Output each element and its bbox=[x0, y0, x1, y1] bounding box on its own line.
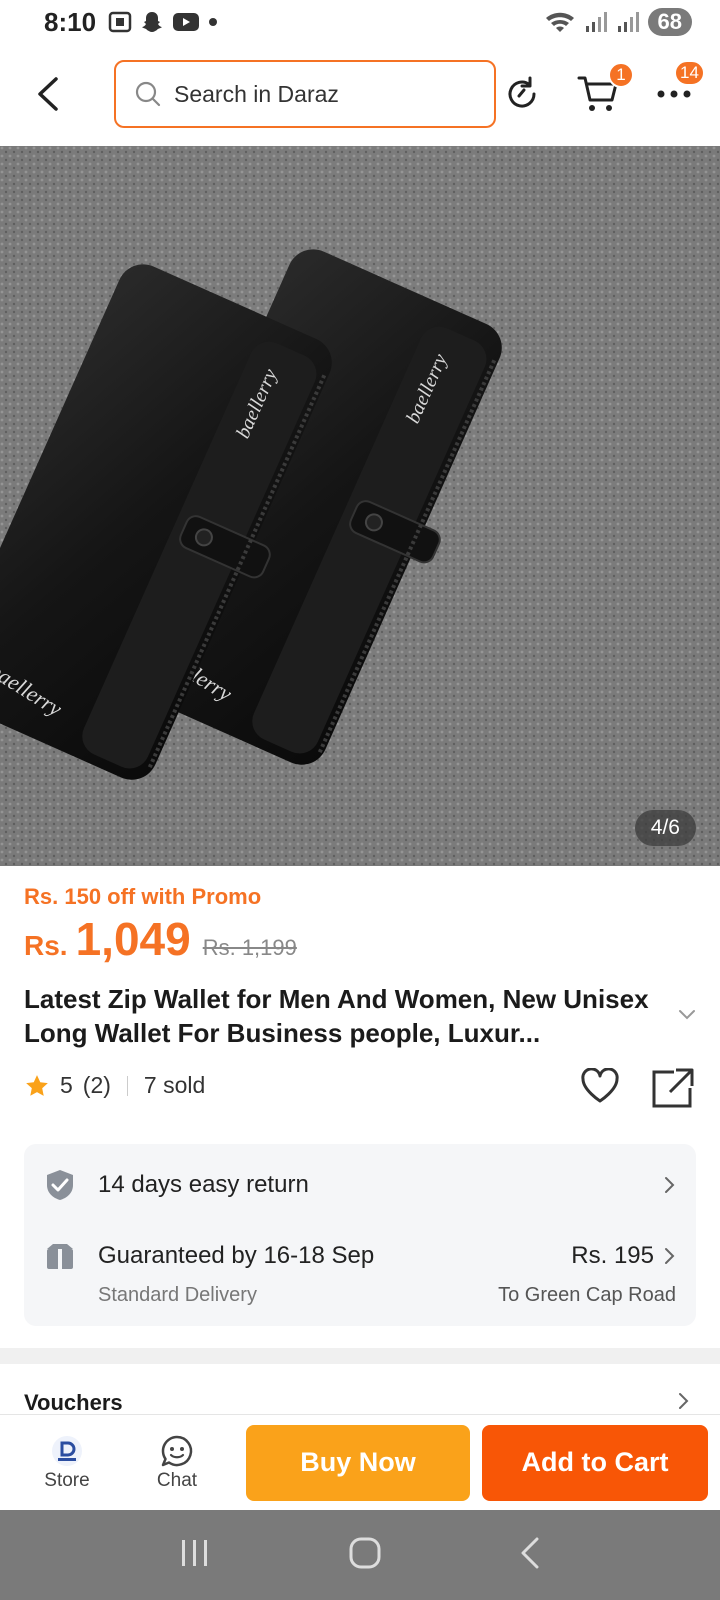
delivery-location[interactable]: To Green Cap Road bbox=[498, 1284, 676, 1307]
home-button[interactable] bbox=[348, 1536, 382, 1575]
status-bar: 8:10 68 bbox=[0, 0, 720, 44]
cart-badge: 1 bbox=[608, 62, 634, 88]
screenshot-icon bbox=[108, 11, 132, 33]
signal-icon bbox=[585, 12, 607, 32]
shield-check-icon bbox=[47, 1170, 73, 1200]
status-time: 8:10 bbox=[44, 6, 97, 37]
recent-apps-icon bbox=[181, 1539, 207, 1566]
wifi-icon bbox=[545, 12, 574, 32]
bottom-action-bar: Store Chat Buy Now Add to Cart bbox=[0, 1414, 720, 1510]
delivery-date-text: Guaranteed by 16-18 Sep bbox=[98, 1242, 375, 1269]
service-info-box: 14 days easy return Guaranteed by 16-18 … bbox=[24, 1144, 696, 1326]
top-nav: Search in Daraz 1 14 bbox=[0, 44, 720, 144]
signal-icon-2 bbox=[617, 12, 639, 32]
section-divider bbox=[0, 1348, 720, 1364]
search-input[interactable]: Search in Daraz bbox=[114, 60, 496, 128]
back-button[interactable] bbox=[20, 66, 76, 122]
system-back-button[interactable] bbox=[519, 1537, 541, 1574]
rating-row[interactable]: 5 (2) 7 sold bbox=[24, 1072, 205, 1099]
title-expand-button[interactable] bbox=[678, 1008, 696, 1026]
promo-text[interactable]: Rs. 150 off with Promo bbox=[24, 884, 261, 910]
more-icon bbox=[657, 90, 691, 98]
return-policy-row[interactable]: 14 days easy return bbox=[44, 1168, 676, 1202]
search-icon bbox=[135, 81, 161, 107]
store-button[interactable]: Store bbox=[12, 1434, 122, 1492]
system-nav-bar bbox=[0, 1510, 720, 1600]
store-logo-icon bbox=[52, 1435, 82, 1466]
chat-icon bbox=[161, 1435, 193, 1466]
delivery-type: Standard Delivery bbox=[98, 1284, 257, 1306]
search-placeholder: Search in Daraz bbox=[174, 80, 339, 107]
package-icon bbox=[47, 1244, 73, 1269]
cart-button[interactable]: 1 bbox=[574, 62, 634, 118]
system-back-icon bbox=[521, 1537, 539, 1568]
product-image-gallery[interactable]: baellerry baellerry baellerry baellerry … bbox=[0, 146, 720, 866]
product-title[interactable]: Latest Zip Wallet for Men And Women, New… bbox=[24, 982, 664, 1050]
youtube-icon bbox=[173, 13, 200, 31]
more-badge: 14 bbox=[674, 60, 705, 86]
vouchers-arrow[interactable] bbox=[678, 1392, 690, 1415]
recent-apps-button[interactable] bbox=[179, 1538, 211, 1573]
heart-icon bbox=[581, 1067, 619, 1103]
refresh-icon bbox=[508, 76, 536, 108]
chevron-right-icon bbox=[665, 1177, 675, 1193]
home-icon bbox=[349, 1537, 381, 1568]
share-icon bbox=[652, 1068, 694, 1108]
add-to-cart-button[interactable]: Add to Cart bbox=[482, 1424, 708, 1501]
sold-count: 7 sold bbox=[143, 1072, 206, 1098]
chevron-right-icon bbox=[679, 1393, 689, 1409]
refresh-button[interactable] bbox=[498, 70, 546, 118]
price-value: 1,049 bbox=[75, 913, 191, 965]
chat-button[interactable]: Chat bbox=[122, 1434, 232, 1492]
image-counter: 4/6 bbox=[634, 810, 696, 846]
chevron-down-icon bbox=[679, 1010, 695, 1020]
rating-value: 5 bbox=[60, 1072, 73, 1098]
notification-icons bbox=[108, 10, 218, 34]
battery-indicator: 68 bbox=[647, 8, 692, 36]
store-label: Store bbox=[44, 1469, 90, 1491]
return-policy-text: 14 days easy return bbox=[98, 1171, 309, 1198]
chat-label: Chat bbox=[156, 1469, 198, 1491]
back-arrow-icon bbox=[38, 77, 58, 111]
snapchat-icon bbox=[142, 12, 163, 32]
share-button[interactable] bbox=[652, 1068, 694, 1113]
review-count: (2) bbox=[82, 1072, 111, 1098]
price-currency: Rs. bbox=[24, 930, 68, 961]
delivery-row[interactable]: Guaranteed by 16-18 Sep Rs. 195 bbox=[44, 1240, 676, 1272]
status-right: 68 bbox=[544, 8, 692, 36]
dot-icon bbox=[209, 18, 218, 26]
buy-now-button[interactable]: Buy Now bbox=[246, 1424, 470, 1501]
wallet-image: baellerry baellerry baellerry baellerry bbox=[0, 146, 720, 866]
vouchers-label[interactable]: Vouchers bbox=[24, 1390, 123, 1416]
price-row: Rs. 1,049 Rs. 1,199 bbox=[24, 912, 297, 966]
star-icon bbox=[26, 1074, 48, 1096]
wishlist-button[interactable] bbox=[580, 1067, 620, 1109]
delivery-price: Rs. 195 bbox=[571, 1242, 654, 1269]
chevron-right-icon bbox=[665, 1248, 675, 1264]
original-price: Rs. 1,199 bbox=[202, 935, 297, 960]
more-button[interactable]: 14 bbox=[650, 60, 705, 118]
rating-divider bbox=[126, 1075, 128, 1096]
